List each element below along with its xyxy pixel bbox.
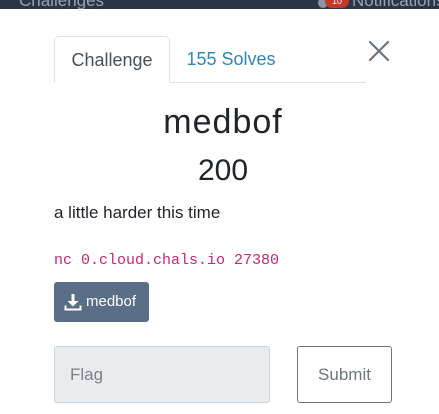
close-button[interactable] <box>364 36 394 66</box>
challenge-name: medbof <box>163 103 283 141</box>
challenge-modal: Challenge 155 Solves medbof 200 a little… <box>0 9 439 414</box>
download-icon <box>64 294 82 311</box>
close-icon <box>368 40 390 62</box>
submit-button[interactable]: Submit <box>297 346 392 403</box>
challenge-description: a little harder this time <box>54 203 221 222</box>
challenge-points: 200 <box>197 154 249 187</box>
modal-tabs: Challenge 155 Solves <box>54 36 366 83</box>
file-name-label: medbof <box>86 293 137 310</box>
file-download-button[interactable]: medbof <box>54 282 149 322</box>
connection-command: nc 0.cloud.chals.io 27380 <box>54 252 280 269</box>
tab-solves[interactable]: 155 Solves <box>178 36 284 82</box>
top-navbar: Challenges 10 Notifications <box>0 0 439 9</box>
notifications-link[interactable]: Notifications <box>352 0 439 9</box>
flag-input[interactable] <box>54 346 270 403</box>
navbar-brand[interactable]: Challenges <box>19 0 104 9</box>
tab-challenge[interactable]: Challenge <box>54 36 170 83</box>
notification-count-badge: 10 <box>325 0 349 8</box>
